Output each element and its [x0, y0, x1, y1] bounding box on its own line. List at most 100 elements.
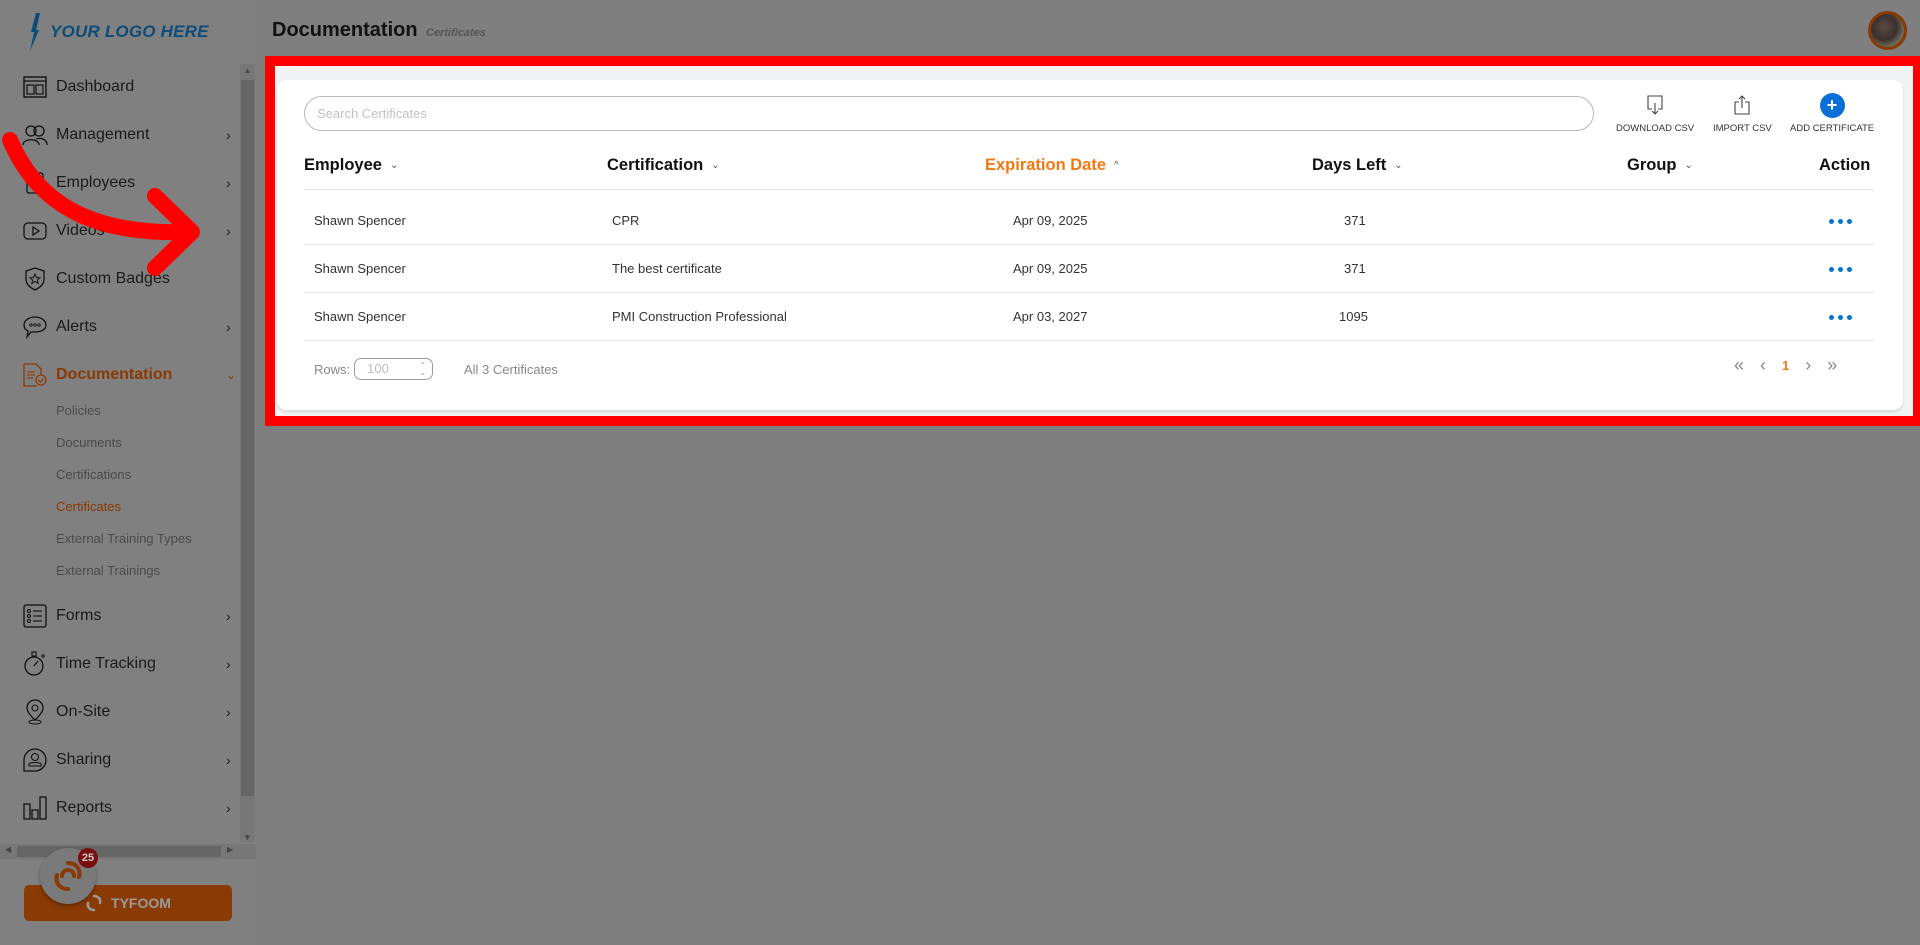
record-count: All 3 Certificates [464, 362, 558, 377]
sidebar-item-label: Dashboard [56, 78, 135, 95]
row-actions-menu-icon[interactable] [1829, 245, 1852, 293]
sidebar-subitem-certifications[interactable]: Certifications [56, 463, 131, 487]
notification-count-badge: 25 [78, 848, 98, 868]
sidebar-subitem-external-training-types[interactable]: External Training Types [56, 527, 192, 551]
sort-chevron-down-icon: ⌄ [1394, 160, 1403, 171]
cell-expiration: Apr 03, 2027 [1013, 309, 1088, 324]
sort-chevron-up-icon: ^ [1114, 160, 1119, 171]
download-icon [1647, 94, 1663, 116]
table-row[interactable]: Shawn Spencer CPR Apr 09, 2025 371 [304, 197, 1874, 245]
current-page[interactable]: 1 [1782, 358, 1789, 373]
cell-days-left: 1095 [1339, 309, 1368, 324]
sidebar-item-custom-badges[interactable]: Custom Badges [0, 259, 240, 299]
last-page-icon[interactable]: » [1827, 355, 1837, 376]
column-header-days-left[interactable]: Days Left ⌄ [1312, 156, 1403, 175]
sidebar-item-on-site[interactable]: On-Site › [0, 692, 240, 732]
sidebar-vertical-scrollbar[interactable]: ▲ ▼ [240, 64, 255, 842]
chevron-down-icon: ⌄ [226, 368, 237, 382]
search-certificates-input[interactable] [304, 96, 1594, 131]
cell-expiration: Apr 09, 2025 [1013, 213, 1088, 228]
chat-bubble-icon [22, 314, 48, 340]
sidebar-item-documentation[interactable]: Documentation ⌄ [0, 355, 240, 395]
sidebar-item-dashboard[interactable]: Dashboard [0, 67, 240, 107]
sidebar: YOUR LOGO HERE Dashboard Management › Em… [0, 0, 256, 945]
dashboard-icon [22, 74, 48, 100]
cell-employee: Shawn Spencer [314, 261, 406, 276]
next-page-icon[interactable]: › [1805, 355, 1811, 376]
column-header-certification[interactable]: Certification ⌄ [607, 156, 720, 175]
chevron-right-icon: › [226, 608, 231, 624]
chevron-right-icon: › [226, 656, 231, 672]
column-header-expiration-date[interactable]: Expiration Date ^ [985, 156, 1119, 175]
import-csv-button[interactable]: IMPORT CSV [1713, 94, 1772, 134]
breadcrumb-subtitle: Certificates [426, 27, 486, 39]
sidebar-item-label: Sharing [56, 751, 112, 768]
sidebar-item-forms[interactable]: Forms › [0, 596, 240, 636]
rows-per-page: Rows: 100 ⌃ ⌄ [314, 358, 434, 380]
cell-certification: CPR [612, 213, 640, 228]
sidebar-item-videos[interactable]: Videos › [0, 211, 240, 251]
tyfoom-button-label: TYFOOM [111, 895, 171, 911]
scroll-up-arrow-icon[interactable]: ▲ [240, 66, 255, 75]
sort-chevron-down-icon: ⌄ [711, 160, 720, 171]
pagination: « ‹ 1 › » [1734, 355, 1837, 376]
sidebar-item-label: Management [56, 126, 150, 143]
sidebar-item-employees[interactable]: Employees › [0, 163, 240, 203]
column-header-employee[interactable]: Employee ⌄ [304, 156, 398, 175]
sidebar-item-label: On-Site [56, 703, 111, 720]
scroll-down-arrow-icon[interactable]: ▼ [240, 833, 255, 842]
table-header: Employee ⌄ Certification ⌄ Expiration Date… [304, 156, 1874, 190]
sidebar-item-label: Documentation [56, 366, 173, 383]
stopwatch-icon [22, 651, 48, 677]
first-page-icon[interactable]: « [1734, 355, 1744, 376]
scrollbar-thumb[interactable] [241, 80, 254, 796]
scroll-right-arrow-icon[interactable]: ▶ [227, 845, 233, 854]
table-row[interactable]: Shawn Spencer The best certificate Apr 0… [304, 245, 1874, 293]
add-certificate-label: ADD CERTIFICATE [1790, 123, 1875, 134]
sidebar-horizontal-scrollbar[interactable]: ◀ ▶ [0, 844, 256, 859]
cell-expiration: Apr 09, 2025 [1013, 261, 1088, 276]
cell-employee: Shawn Spencer [314, 213, 406, 228]
logo-mark-icon [30, 13, 40, 51]
table-row[interactable]: Shawn Spencer PMI Construction Professio… [304, 293, 1874, 341]
sidebar-item-time-tracking[interactable]: Time Tracking › [0, 644, 240, 684]
sidebar-item-label: Videos [56, 222, 105, 239]
user-share-icon [22, 747, 48, 773]
sidebar-item-alerts[interactable]: Alerts › [0, 307, 240, 347]
logo[interactable]: YOUR LOGO HERE [28, 12, 209, 52]
download-csv-button[interactable]: DOWNLOAD CSV [1616, 94, 1694, 134]
sidebar-item-label: Forms [56, 607, 102, 624]
chevron-right-icon: › [226, 752, 231, 768]
people-icon [22, 122, 48, 148]
rows-label: Rows: [314, 361, 351, 377]
chevron-right-icon: › [226, 127, 231, 143]
chevron-right-icon: › [226, 800, 231, 816]
cell-employee: Shawn Spencer [314, 309, 406, 324]
previous-page-icon[interactable]: ‹ [1760, 355, 1766, 376]
sidebar-subitem-documents[interactable]: Documents [56, 431, 122, 455]
sidebar-item-management[interactable]: Management › [0, 115, 240, 155]
row-actions-menu-icon[interactable] [1829, 197, 1852, 245]
sidebar-item-label: Custom Badges [56, 270, 170, 287]
add-certificate-button[interactable]: + ADD CERTIFICATE [1790, 92, 1875, 134]
logo-text: YOUR LOGO HERE [50, 22, 209, 41]
rows-per-page-stepper[interactable]: 100 ⌃ ⌄ [354, 358, 434, 380]
scroll-left-arrow-icon[interactable]: ◀ [5, 845, 11, 854]
row-actions-menu-icon[interactable] [1829, 293, 1852, 341]
document-check-icon [22, 362, 48, 388]
sidebar-item-sharing[interactable]: Sharing › [0, 740, 240, 780]
sidebar-item-reports[interactable]: Reports › [0, 788, 240, 828]
id-badge-icon [22, 170, 48, 196]
column-header-group[interactable]: Group ⌄ [1627, 156, 1693, 175]
sidebar-subitem-policies[interactable]: Policies [56, 399, 101, 423]
bar-chart-icon [22, 795, 48, 821]
cell-days-left: 371 [1344, 261, 1366, 276]
download-csv-label: DOWNLOAD CSV [1616, 123, 1695, 134]
chevron-right-icon: › [226, 223, 231, 239]
sidebar-item-label: Alerts [56, 318, 97, 335]
sidebar-subitem-external-trainings[interactable]: External Trainings [56, 559, 160, 583]
stepper-arrows-icon[interactable]: ⌃ ⌄ [419, 362, 426, 377]
sidebar-subitem-certificates[interactable]: Certificates [56, 495, 121, 519]
user-avatar[interactable] [1868, 11, 1907, 50]
tyfoom-swirl-icon [86, 894, 102, 912]
